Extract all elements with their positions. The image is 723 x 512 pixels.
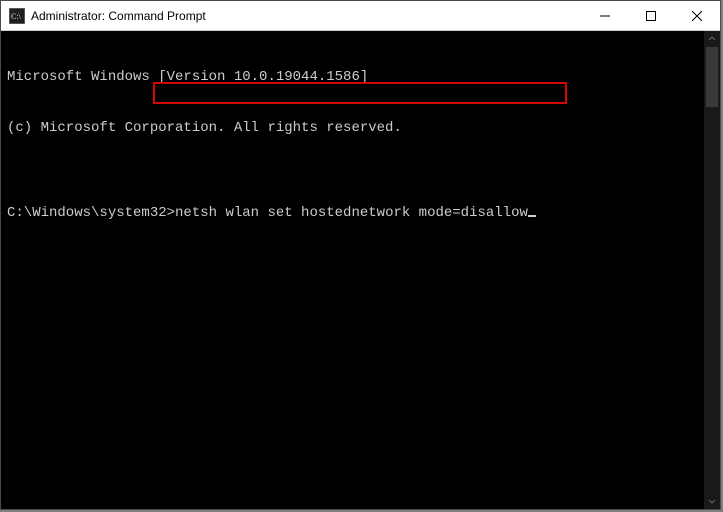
scrollbar-up-arrow[interactable] bbox=[704, 31, 720, 47]
command-prompt-window: C:\ Administrator: Command Prompt Micros… bbox=[0, 0, 721, 510]
titlebar[interactable]: C:\ Administrator: Command Prompt bbox=[1, 1, 720, 31]
terminal-area[interactable]: Microsoft Windows [Version 10.0.19044.15… bbox=[1, 31, 720, 509]
chevron-down-icon bbox=[708, 497, 716, 505]
maximize-button[interactable] bbox=[628, 1, 674, 31]
minimize-icon bbox=[600, 11, 610, 21]
cmd-icon: C:\ bbox=[9, 8, 25, 24]
prompt-text: C:\Windows\system32> bbox=[7, 205, 175, 221]
scrollbar-thumb[interactable] bbox=[706, 47, 718, 107]
terminal-output-line: Microsoft Windows [Version 10.0.19044.15… bbox=[7, 69, 714, 86]
chevron-up-icon bbox=[708, 35, 716, 43]
terminal-prompt-line: C:\Windows\system32>netsh wlan set hoste… bbox=[7, 205, 714, 222]
terminal-output-line: (c) Microsoft Corporation. All rights re… bbox=[7, 120, 714, 137]
maximize-icon bbox=[646, 11, 656, 21]
window-title: Administrator: Command Prompt bbox=[31, 9, 206, 23]
command-text: netsh wlan set hostednetwork mode=disall… bbox=[175, 205, 528, 221]
close-icon bbox=[692, 11, 702, 21]
vertical-scrollbar[interactable] bbox=[704, 31, 720, 509]
close-button[interactable] bbox=[674, 1, 720, 31]
minimize-button[interactable] bbox=[582, 1, 628, 31]
scrollbar-down-arrow[interactable] bbox=[704, 493, 720, 509]
text-cursor bbox=[528, 215, 536, 217]
svg-text:C:\: C:\ bbox=[11, 12, 22, 21]
